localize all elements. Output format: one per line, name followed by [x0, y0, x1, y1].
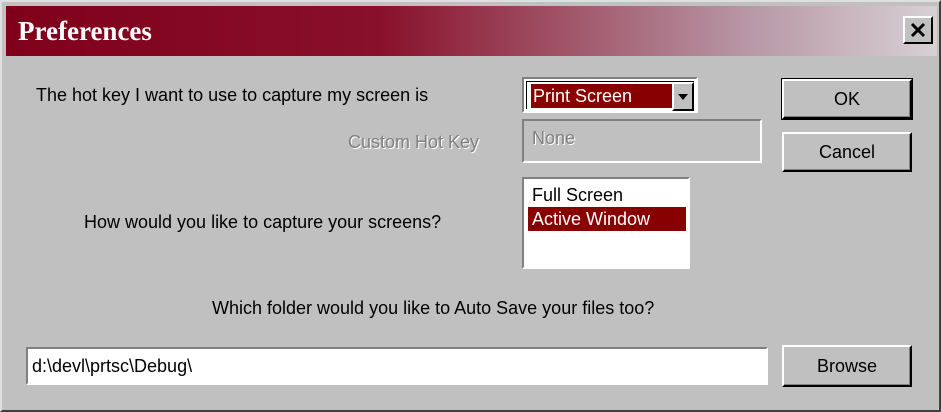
title-bar[interactable]: Preferences	[6, 6, 937, 56]
ok-button[interactable]: OK	[781, 78, 913, 120]
cancel-button[interactable]: Cancel	[782, 132, 912, 172]
list-item-active-window[interactable]: Active Window	[528, 207, 686, 231]
close-button[interactable]	[903, 16, 933, 44]
close-icon	[910, 22, 926, 38]
autosave-path-input[interactable]	[32, 353, 760, 379]
custom-hotkey-label: Custom Hot Key	[348, 132, 480, 152]
autosave-path-field[interactable]	[26, 347, 768, 385]
window-title: Preferences	[18, 16, 152, 46]
hotkey-dropdown-field: Print Screen	[526, 81, 694, 111]
list-item-full-screen[interactable]: Full Screen	[528, 183, 686, 207]
chevron-down-icon	[678, 93, 688, 100]
browse-button[interactable]: Browse	[782, 345, 912, 387]
autosave-label: Which folder would you like to Auto Save…	[212, 298, 655, 318]
capture-mode-listbox[interactable]: Full Screen Active Window	[522, 177, 690, 269]
hotkey-label: The hot key I want to use to capture my …	[36, 85, 429, 105]
hotkey-dropdown-button[interactable]	[672, 82, 694, 111]
custom-hotkey-field: None	[522, 119, 762, 163]
hotkey-selected-value: Print Screen	[531, 84, 673, 108]
custom-hotkey-value: None	[532, 128, 576, 148]
preferences-dialog: Preferences The hot key I want to use to…	[0, 0, 941, 412]
capture-mode-label: How would you like to capture your scree…	[84, 212, 442, 232]
hotkey-dropdown[interactable]: Print Screen	[522, 77, 698, 113]
